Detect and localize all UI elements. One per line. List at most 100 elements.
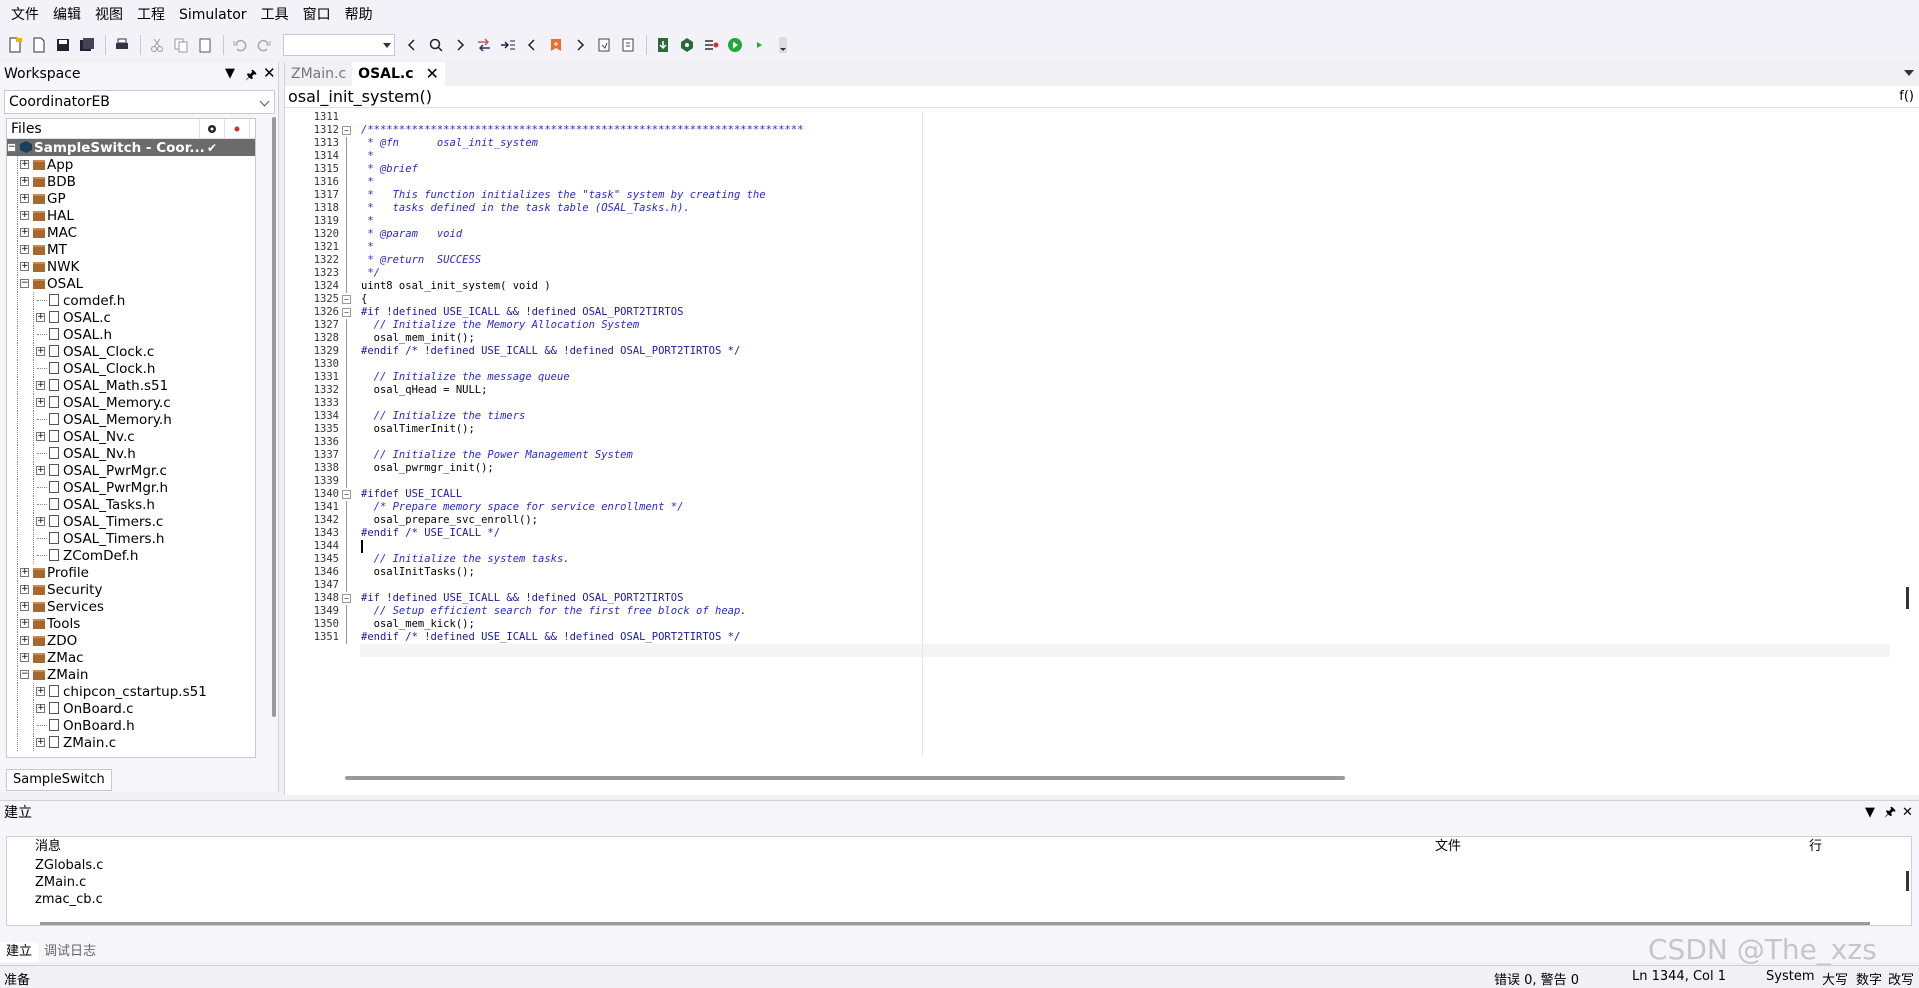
tree-file[interactable]: + OSAL_Nv.c <box>7 428 255 445</box>
run-small-icon[interactable] <box>748 34 770 56</box>
collapse-icon[interactable]: − <box>20 670 29 679</box>
tree-folder[interactable]: + Tools <box>7 615 255 632</box>
tree-file[interactable]: OSAL_Nv.h <box>7 445 255 462</box>
bookmark-icon[interactable] <box>545 34 567 56</box>
expand-icon[interactable]: + <box>20 636 29 645</box>
tree-file[interactable]: + ZMain.c <box>7 734 255 751</box>
tab-zmain[interactable]: ZMain.c <box>285 62 352 86</box>
menu-item[interactable]: 视图 <box>88 0 130 30</box>
column-file[interactable]: 文件 <box>1435 837 1461 857</box>
paste-icon[interactable] <box>194 34 216 56</box>
expand-icon[interactable]: + <box>20 228 29 237</box>
code-line[interactable]: 1320 * @param void <box>285 228 1895 241</box>
tree-file[interactable]: OSAL_PwrMgr.h <box>7 479 255 496</box>
expand-icon[interactable]: + <box>20 568 29 577</box>
expand-icon[interactable]: + <box>36 398 45 407</box>
code-line[interactable]: 1325− { <box>285 293 1895 306</box>
tree-folder[interactable]: + BDB <box>7 173 255 190</box>
expand-icon[interactable]: + <box>36 704 45 713</box>
search-icon[interactable] <box>425 34 447 56</box>
function-icon[interactable]: f() <box>1899 86 1914 108</box>
tree-folder[interactable]: + MAC <box>7 224 255 241</box>
tree-folder[interactable]: + MT <box>7 241 255 258</box>
tree-folder[interactable]: + HAL <box>7 207 255 224</box>
code-line[interactable]: 1330 <box>285 358 1895 371</box>
code-line[interactable]: 1315 * @brief <box>285 163 1895 176</box>
tree-file[interactable]: + OSAL_Math.s51 <box>7 377 255 394</box>
code-line[interactable]: 1327 // Initialize the Memory Allocation… <box>285 319 1895 332</box>
bookmark-next-icon[interactable] <box>569 34 591 56</box>
expand-icon[interactable]: + <box>20 262 29 271</box>
expand-icon[interactable]: + <box>20 211 29 220</box>
code-line[interactable]: 1318 * tasks defined in the task table (… <box>285 202 1895 215</box>
new-doc-icon[interactable] <box>28 34 50 56</box>
make-icon[interactable] <box>617 34 639 56</box>
tree-file[interactable]: + OSAL_PwrMgr.c <box>7 462 255 479</box>
options-dot-icon[interactable] <box>225 119 250 139</box>
workspace-tab[interactable]: SampleSwitch <box>6 769 112 791</box>
expand-icon[interactable]: + <box>36 517 45 526</box>
code-line[interactable]: 1347 <box>285 579 1895 592</box>
tabs-dropdown-icon[interactable] <box>1904 70 1914 76</box>
copy-icon[interactable] <box>170 34 192 56</box>
expand-icon[interactable]: + <box>36 432 45 441</box>
code-line[interactable]: 1314 * <box>285 150 1895 163</box>
code-area[interactable]: 1311 1312−/******************************… <box>285 111 1895 769</box>
code-line[interactable]: 1321 * <box>285 241 1895 254</box>
collapse-icon[interactable]: − <box>20 279 29 288</box>
fold-icon[interactable]: − <box>342 594 351 603</box>
gear-icon[interactable] <box>200 119 225 139</box>
tree-file[interactable]: comdef.h <box>7 292 255 309</box>
tree-project[interactable]: − SampleSwitch - Coor... ✔ <box>7 139 255 156</box>
tree-file[interactable]: ZComDef.h <box>7 547 255 564</box>
tab-osal[interactable]: OSAL.c ✕ <box>352 62 445 86</box>
tree-file[interactable]: OSAL_Clock.h <box>7 360 255 377</box>
expand-icon[interactable]: + <box>20 653 29 662</box>
build-message-row[interactable]: zmac_cb.c <box>7 891 1911 908</box>
tree-folder[interactable]: + NWK <box>7 258 255 275</box>
code-line[interactable]: 1322 * @return SUCCESS <box>285 254 1895 267</box>
save-all-icon[interactable] <box>76 34 98 56</box>
tree-scrollbar[interactable] <box>272 117 276 717</box>
tree-file[interactable]: OSAL_Tasks.h <box>7 496 255 513</box>
menu-item[interactable]: 编辑 <box>46 0 88 30</box>
expand-icon[interactable]: + <box>20 585 29 594</box>
tree-folder[interactable]: − ZMain <box>7 666 255 683</box>
tree-file[interactable]: OnBoard.h <box>7 717 255 734</box>
tree-file[interactable]: OSAL_Memory.h <box>7 411 255 428</box>
build-vertical-scrollbar[interactable] <box>1906 871 1909 891</box>
menu-item[interactable]: 窗口 <box>296 0 338 30</box>
tree-folder[interactable]: + ZDO <box>7 632 255 649</box>
code-line[interactable]: 1331 // Initialize the message queue <box>285 371 1895 384</box>
chevron-right-icon[interactable] <box>449 34 471 56</box>
code-line[interactable]: 1319 * <box>285 215 1895 228</box>
code-line[interactable]: 1351 #endif /* !defined USE_ICALL && !def… <box>285 631 1895 644</box>
horizontal-scrollbar[interactable] <box>345 776 1345 780</box>
code-line[interactable]: 1328 osal_mem_init(); <box>285 332 1895 345</box>
tree-folder[interactable]: + Services <box>7 598 255 615</box>
configuration-select[interactable]: CoordinatorEB <box>4 90 275 114</box>
expand-icon[interactable]: + <box>20 245 29 254</box>
code-line[interactable]: 1324 uint8 osal_init_system( void ) <box>285 280 1895 293</box>
column-line[interactable]: 行 <box>1809 837 1822 857</box>
code-line[interactable]: 1332 osal_qHead = NULL; <box>285 384 1895 397</box>
code-line[interactable]: 1348− #if !defined USE_ICALL && !defined … <box>285 592 1895 605</box>
expand-icon[interactable]: + <box>20 602 29 611</box>
expand-icon[interactable]: + <box>20 177 29 186</box>
find-combo[interactable] <box>283 34 395 56</box>
code-line[interactable]: 1336 <box>285 436 1895 449</box>
close-tab-icon[interactable]: ✕ <box>426 62 439 86</box>
collapse-icon[interactable]: − <box>7 143 16 152</box>
code-line[interactable]: 1342 osal_prepare_svc_enroll(); <box>285 514 1895 527</box>
expand-icon[interactable]: + <box>36 687 45 696</box>
code-line[interactable]: 1329 #endif /* !defined USE_ICALL && !def… <box>285 345 1895 358</box>
expand-icon[interactable]: + <box>20 160 29 169</box>
redo-icon[interactable] <box>253 34 275 56</box>
code-line[interactable]: 1337 // Initialize the Power Management … <box>285 449 1895 462</box>
tree-file[interactable]: OSAL_Timers.h <box>7 530 255 547</box>
tree-folder[interactable]: − OSAL <box>7 275 255 292</box>
expand-icon[interactable]: + <box>36 738 45 747</box>
tab-debug-log[interactable]: 调试日志 <box>38 942 102 962</box>
fold-icon[interactable]: − <box>342 308 351 317</box>
code-line[interactable]: 1341 /* Prepare memory space for service… <box>285 501 1895 514</box>
